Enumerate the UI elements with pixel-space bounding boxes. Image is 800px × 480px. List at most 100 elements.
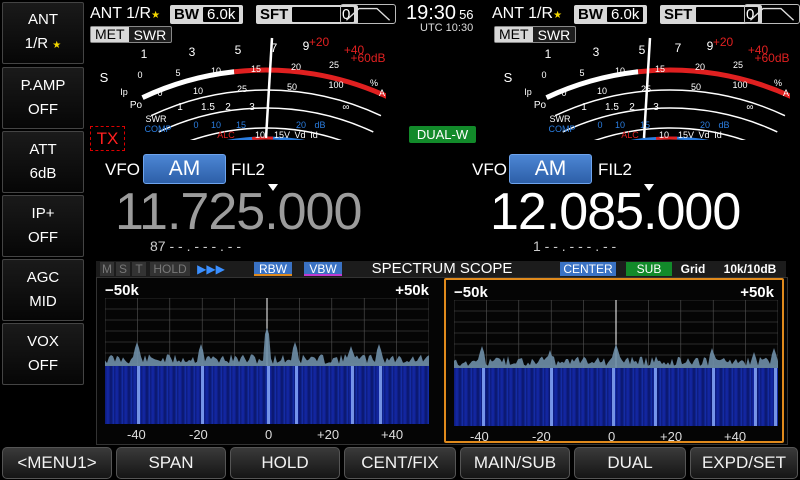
meter-comp-tick: 0 xyxy=(193,120,198,130)
waterfall-signal-line xyxy=(351,366,354,424)
sub-scope-panel[interactable]: −50k +50k -40 -20 0 +20 +40 xyxy=(444,278,784,444)
vox-button[interactable]: VOX OFF xyxy=(2,323,84,385)
preamp-button[interactable]: P.AMP OFF xyxy=(2,67,84,129)
clock-utc: UTC 10:30 xyxy=(420,22,474,34)
cent-fix-button[interactable]: CENT/FIX xyxy=(344,447,456,479)
main-freq-memo: 87 - - . - - - . - - xyxy=(150,238,241,254)
meter-ip-tick: 5 xyxy=(579,68,584,78)
meter-ip-tick: 25 xyxy=(733,60,743,70)
ant-label: ANT xyxy=(28,11,58,28)
waterfall-signal-line xyxy=(482,368,485,426)
meter-ip-tick: 5 xyxy=(175,68,180,78)
agc-button[interactable]: AGC MID xyxy=(2,259,84,321)
meter-s-label: S xyxy=(504,70,513,85)
rbw-tag: RBW xyxy=(254,262,292,276)
waterfall-signal-line xyxy=(550,368,553,426)
span-button[interactable]: SPAN xyxy=(116,447,226,479)
meter-po-label: Po xyxy=(534,100,547,111)
ipplus-button[interactable]: IP+ OFF xyxy=(2,195,84,257)
filter-shape-icon xyxy=(744,4,800,24)
main-scope-right-edge: +50k xyxy=(395,282,429,299)
sub-freq-memo: 1 - - . - - - . - - xyxy=(533,238,617,254)
waterfall-signal-line xyxy=(201,366,204,424)
filter-shape-icon xyxy=(340,4,396,24)
meter-swr-tick: 2 xyxy=(225,102,231,113)
preamp-value: OFF xyxy=(28,101,58,118)
menu1-button[interactable]: <MENU1> xyxy=(2,447,112,479)
hold-button[interactable]: HOLD xyxy=(230,447,340,479)
main-axis-tick: +20 xyxy=(317,427,340,442)
scope-header: M S T HOLD ▶▶▶ RBW VBW SPECTRUM SCOPE CE… xyxy=(96,261,786,277)
meter-comp-tick: 10 xyxy=(211,120,221,130)
agc-value: MID xyxy=(29,293,57,310)
sub-bw-tag[interactable]: BW 6.0k xyxy=(574,5,648,24)
meter-comp-tick: 0 xyxy=(597,120,602,130)
waterfall-signal-line xyxy=(137,366,140,424)
scope-flag-m: M xyxy=(100,262,114,276)
meter-comp-label: COMP xyxy=(549,124,576,134)
meter-comp-tick: 10 xyxy=(615,120,625,130)
main-frequency[interactable]: 11.725.000 xyxy=(115,186,362,238)
sub-waterfall xyxy=(454,368,778,426)
main-sub-button[interactable]: MAIN/SUB xyxy=(460,447,570,479)
meter-swr-label: SWR xyxy=(146,114,167,124)
star-icon: ★ xyxy=(52,40,62,51)
meter-po-tick: 50 xyxy=(287,82,297,92)
meter-swr-tick: ∞ xyxy=(746,102,753,113)
scope-sub-tag[interactable]: SUB xyxy=(626,262,672,276)
main-vfo-label: VFO xyxy=(105,160,140,179)
scope-flag-t: T xyxy=(132,262,146,276)
tx-indicator: TX xyxy=(90,126,125,151)
spectrum-fill xyxy=(105,328,429,366)
scope-center-mode[interactable]: CENTER xyxy=(560,262,616,276)
waterfall-signal-line xyxy=(295,366,298,424)
spectrum-scope[interactable]: −50k +50k -40 -20 0 +20 +40 −50k +50k -4… xyxy=(96,277,788,445)
main-scope-panel[interactable]: −50k +50k -40 -20 0 +20 +40 xyxy=(97,278,437,443)
att-value: 6dB xyxy=(29,165,57,182)
vox-label: VOX xyxy=(27,333,59,350)
meter-alc-label: ALC xyxy=(621,130,639,140)
dual-button[interactable]: DUAL xyxy=(574,447,686,479)
scope-title: SPECTRUM SCOPE xyxy=(371,260,513,277)
meter-vd-tick: 10 xyxy=(255,130,265,140)
meter-comp-tick: 20 xyxy=(700,120,710,130)
main-filter-label[interactable]: FIL2 xyxy=(231,160,265,180)
meter-s-tick: 7 xyxy=(675,41,682,55)
meter-ip-tick: 10 xyxy=(211,66,221,76)
ant-button[interactable]: ANT 1/R ★ xyxy=(2,2,84,64)
sub-vfo-label: VFO xyxy=(472,160,507,179)
meter-ip-tick: 10 xyxy=(615,66,625,76)
meter-s-tick: 1 xyxy=(141,47,148,61)
agc-label: AGC xyxy=(26,269,60,286)
expd-set-button[interactable]: EXPD/SET xyxy=(690,447,798,479)
meter-po-tick: 0 xyxy=(561,88,566,98)
main-axis-tick: 0 xyxy=(265,427,273,442)
meter-ip-label: Ip xyxy=(524,87,532,97)
meter-comp-tick: 15 xyxy=(236,120,246,130)
meter-po-tick: 25 xyxy=(237,84,247,94)
sub-axis-tick: 0 xyxy=(608,429,616,444)
star-icon: ★ xyxy=(553,10,563,21)
scope-grid-value: 10k/10dB xyxy=(723,262,777,276)
sub-scope-left-edge: −50k xyxy=(454,284,488,301)
main-bw-tag[interactable]: BW 6.0k xyxy=(170,5,244,24)
ant-value: 1/R xyxy=(24,35,49,52)
sub-ant-indicator: ANT 1/R★ xyxy=(492,5,563,22)
meter-amp-label: A xyxy=(783,88,789,98)
meter-swr-tick: 1.5 xyxy=(201,102,215,113)
meter-plus-tick: +20 xyxy=(309,35,330,49)
meter-po-tick: % xyxy=(370,78,378,88)
meter-comp-tick: dB xyxy=(314,120,325,130)
vbw-tag: VBW xyxy=(304,262,342,276)
preamp-label: P.AMP xyxy=(20,77,66,94)
att-button[interactable]: ATT 6dB xyxy=(2,131,84,193)
meter-id-label: Id xyxy=(714,130,722,140)
sub-mode-button[interactable]: AM xyxy=(509,154,592,184)
sub-frequency[interactable]: 12.085.000 xyxy=(490,186,741,238)
meter-ip-label: Ip xyxy=(120,87,128,97)
meter-vd-tick: 15V xyxy=(274,130,290,140)
sub-filter-label[interactable]: FIL2 xyxy=(598,160,632,180)
meter-s-label: S xyxy=(100,70,109,85)
spectrum-fill xyxy=(454,344,778,368)
main-mode-button[interactable]: AM xyxy=(143,154,226,184)
